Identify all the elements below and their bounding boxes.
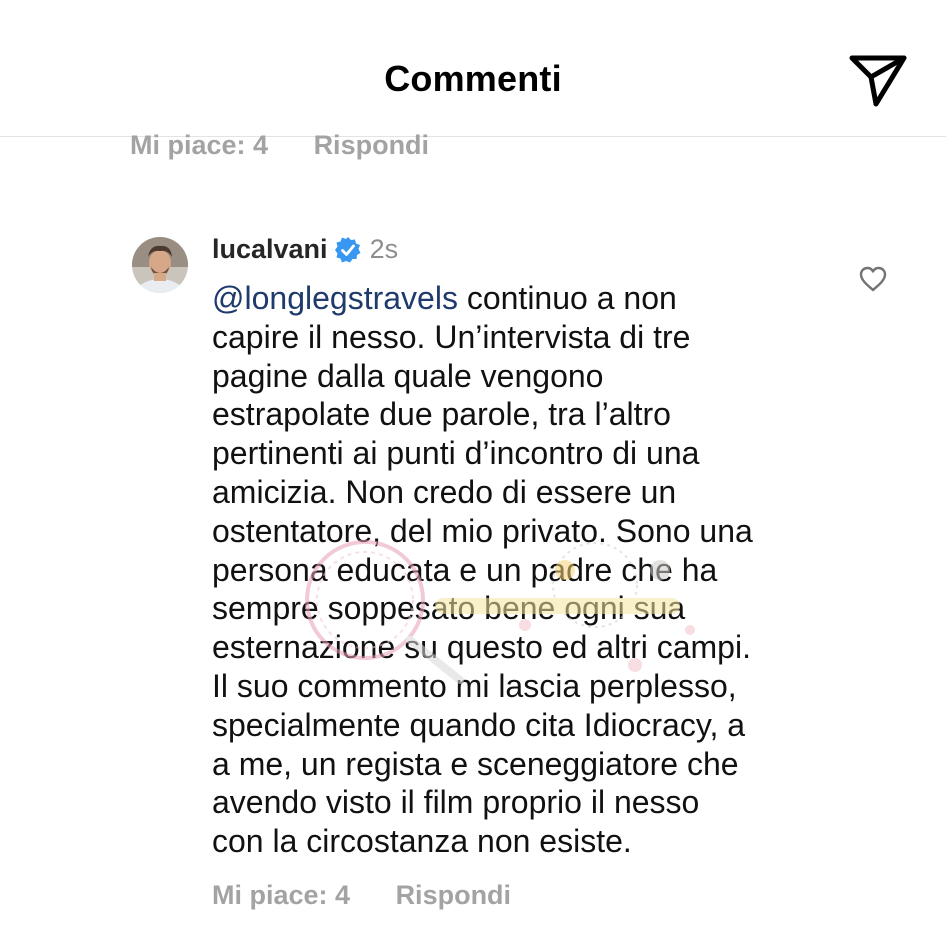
comment-header: lucalvani 2s	[212, 234, 398, 265]
comment-line: a me, un regista e sceneggiatore che	[212, 745, 739, 782]
share-button[interactable]	[848, 52, 910, 110]
comment-line: con la circostanza non esiste.	[212, 823, 632, 860]
previous-likes-count[interactable]: Mi piace: 4	[130, 130, 268, 160]
comment-line: sempre soppesato bene ogni sua	[212, 590, 686, 627]
avatar[interactable]	[132, 237, 188, 293]
comment-line: persona educata e un padre che ha	[212, 551, 718, 588]
comment-line: amicizia. Non credo di essere un	[212, 473, 677, 510]
comment-line: pagine dalla quale vengono	[212, 357, 604, 394]
previous-reply-button[interactable]: Rispondi	[314, 130, 430, 160]
comment-line: specialmente quando cita Idiocracy, a	[212, 706, 746, 743]
comment-actions: Mi piace: 4 Rispondi	[212, 880, 549, 911]
previous-comment-actions: Mi piace: 4 Rispondi	[130, 130, 467, 161]
comment-timestamp: 2s	[369, 234, 399, 264]
comment-body: @longlegstravels continuo a non capire i…	[212, 279, 852, 861]
page-title: Commenti	[384, 58, 562, 99]
comments-header: Commenti	[0, 0, 946, 137]
comment-line: pertinenti ai punti d’incontro di una	[212, 435, 700, 472]
comment-line-1-text: continuo a non	[457, 280, 677, 316]
comment-likes-count[interactable]: Mi piace: 4	[212, 880, 350, 910]
mention-link[interactable]: @longlegstravels	[212, 280, 458, 316]
comment-line-1: @longlegstravels continuo a non	[212, 279, 852, 318]
verified-badge-icon	[334, 236, 362, 264]
comment-line: Il suo commento mi lascia perplesso,	[212, 667, 737, 704]
avatar-image	[132, 237, 188, 293]
comment-line: ostentatore, del mio privato. Sono una	[212, 512, 753, 549]
like-button[interactable]	[858, 265, 888, 293]
reply-button[interactable]: Rispondi	[396, 880, 512, 910]
comment-line: esternazione su questo ed altri campi.	[212, 629, 751, 666]
comment-username[interactable]: lucalvani	[212, 234, 328, 265]
comment-line: avendo visto il film proprio il nesso	[212, 784, 700, 821]
comment-line: capire il nesso. Un’intervista di tre	[212, 318, 691, 355]
comment-line: estrapolate due parole, tra l’altro	[212, 396, 671, 433]
paper-plane-icon	[849, 55, 907, 107]
heart-icon	[859, 266, 887, 292]
